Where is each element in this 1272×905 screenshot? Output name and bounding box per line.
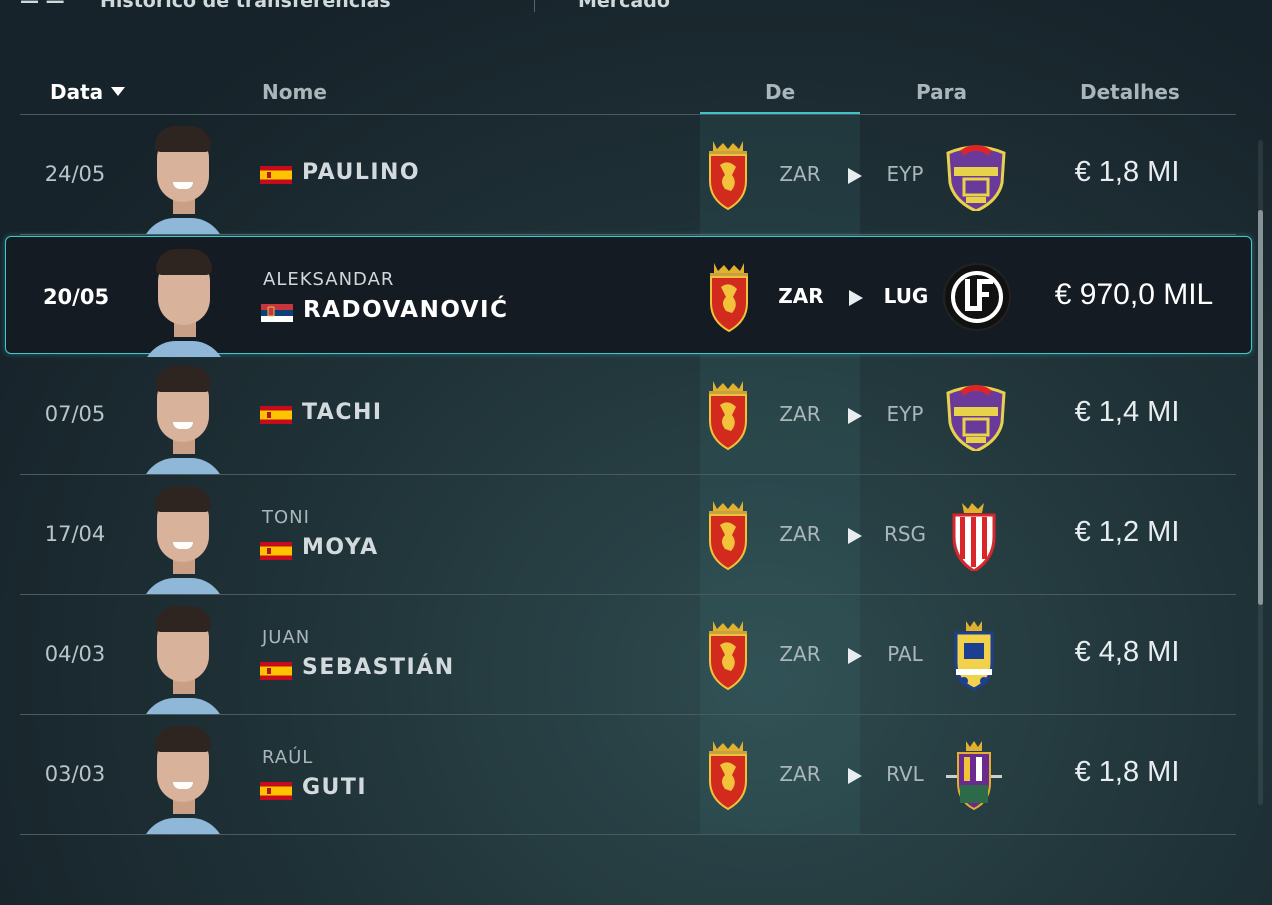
zaragoza-crest-icon: [709, 262, 749, 332]
player-last-name: GUTI: [302, 775, 368, 800]
spain-flag-icon: [260, 166, 292, 184]
from-club: ZAR: [779, 762, 821, 786]
player-first-name: ALEKSANDAR: [263, 269, 395, 290]
player-last-name: SEBASTIÁN: [302, 655, 455, 680]
player-last-name: TACHI: [302, 400, 383, 425]
player-avatar: [145, 720, 221, 834]
transfer-date: 20/05: [42, 285, 110, 309]
transfer-fee: € 4,8 MI: [1074, 636, 1180, 668]
table-row[interactable]: 03/03 RAÚL GUTI ZAR RVL € 1,8 MI: [20, 715, 1236, 835]
valladolid-crest-icon: [945, 740, 1003, 810]
transfer-date: 03/03: [44, 762, 106, 786]
date-header-label: Data: [50, 80, 104, 104]
eyupspor-crest-icon: [942, 139, 1010, 211]
to-club: RSG: [883, 522, 927, 546]
zaragoza-crest-icon: [708, 500, 748, 570]
transfer-date: 17/04: [44, 522, 106, 546]
to-club: RVL: [886, 762, 924, 786]
lugano-crest-icon: [943, 262, 1011, 332]
table-row[interactable]: 17/04 TONI MOYA ZAR RSG € 1,2 MI: [20, 475, 1236, 595]
tab-market[interactable]: Mercado: [578, 0, 670, 12]
las-palmas-crest-icon: [954, 619, 994, 691]
player-first-name: TONI: [262, 507, 310, 528]
transfer-fee: € 1,4 MI: [1074, 396, 1180, 428]
to-club: LUG: [883, 284, 929, 308]
table-row[interactable]: 24/05 PAULINO ZAR EYP € 1,8 MI: [20, 115, 1236, 235]
active-column-indicator: [700, 112, 860, 114]
spain-flag-icon: [260, 662, 292, 680]
name-header[interactable]: Nome: [262, 78, 327, 114]
from-header[interactable]: De: [765, 78, 795, 114]
player-last-name: PAULINO: [302, 160, 421, 185]
sporting-gijon-crest-icon: [952, 501, 996, 571]
sort-by-date-header[interactable]: Data: [50, 78, 126, 114]
table-row[interactable]: 07/05 TACHI ZAR EYP € 1,4 MI: [20, 355, 1236, 475]
spain-flag-icon: [260, 406, 292, 424]
sort-down-icon: [111, 87, 126, 96]
top-strip: — — Histórico de transferências Mercado: [0, 0, 1272, 12]
details-header[interactable]: Detalhes: [1080, 78, 1180, 114]
from-club: ZAR: [779, 162, 821, 186]
table-row-selected[interactable]: 20/05 ALEKSANDAR RADOVANOVIĆ ZAR LUG € 9…: [5, 236, 1252, 357]
transfer-date: 07/05: [44, 402, 106, 426]
player-avatar: [145, 480, 221, 594]
page-title: Histórico de transferências: [100, 0, 391, 12]
transfer-fee: € 1,2 MI: [1074, 516, 1180, 548]
transfer-date: 04/03: [44, 642, 106, 666]
scrollbar-thumb[interactable]: [1258, 210, 1263, 605]
transfer-arrow-icon: [848, 408, 862, 424]
divider: [534, 0, 535, 12]
transfer-arrow-icon: [848, 648, 862, 664]
zaragoza-crest-icon: [708, 620, 748, 690]
from-club: ZAR: [779, 402, 821, 426]
spain-flag-icon: [260, 782, 292, 800]
table-row[interactable]: 04/03 JUAN SEBASTIÁN ZAR PAL € 4,8 MI: [20, 595, 1236, 715]
player-first-name: JUAN: [262, 627, 311, 648]
zaragoza-crest-icon: [708, 740, 748, 810]
transfer-arrow-icon: [848, 768, 862, 784]
zaragoza-crest-icon: [708, 380, 748, 450]
to-club: EYP: [886, 162, 924, 186]
spain-flag-icon: [260, 542, 292, 560]
transfer-date: 24/05: [44, 162, 106, 186]
table-header: Data Nome De Para Detalhes: [20, 78, 1236, 115]
eyupspor-crest-icon: [942, 379, 1010, 451]
zaragoza-crest-icon: [708, 140, 748, 210]
from-club: ZAR: [778, 284, 824, 308]
player-last-name: RADOVANOVIĆ: [303, 297, 509, 323]
transfer-fee: € 1,8 MI: [1074, 756, 1180, 788]
transfer-fee: € 970,0 MIL: [1054, 278, 1214, 311]
transfer-fee: € 1,8 MI: [1074, 156, 1180, 188]
player-first-name: RAÚL: [262, 747, 314, 768]
serbia-flag-icon: [261, 304, 293, 322]
player-avatar: [145, 600, 221, 714]
transfer-arrow-icon: [849, 290, 863, 306]
top-left-text: — —: [20, 0, 65, 12]
to-header[interactable]: Para: [916, 78, 967, 114]
from-club: ZAR: [779, 522, 821, 546]
player-avatar: [145, 120, 221, 234]
transfer-arrow-icon: [848, 528, 862, 544]
player-avatar: [145, 360, 221, 474]
player-avatar: [146, 243, 222, 357]
to-club: PAL: [887, 642, 923, 666]
to-club: EYP: [886, 402, 924, 426]
from-club: ZAR: [779, 642, 821, 666]
transfer-arrow-icon: [848, 168, 862, 184]
player-last-name: MOYA: [302, 535, 379, 560]
